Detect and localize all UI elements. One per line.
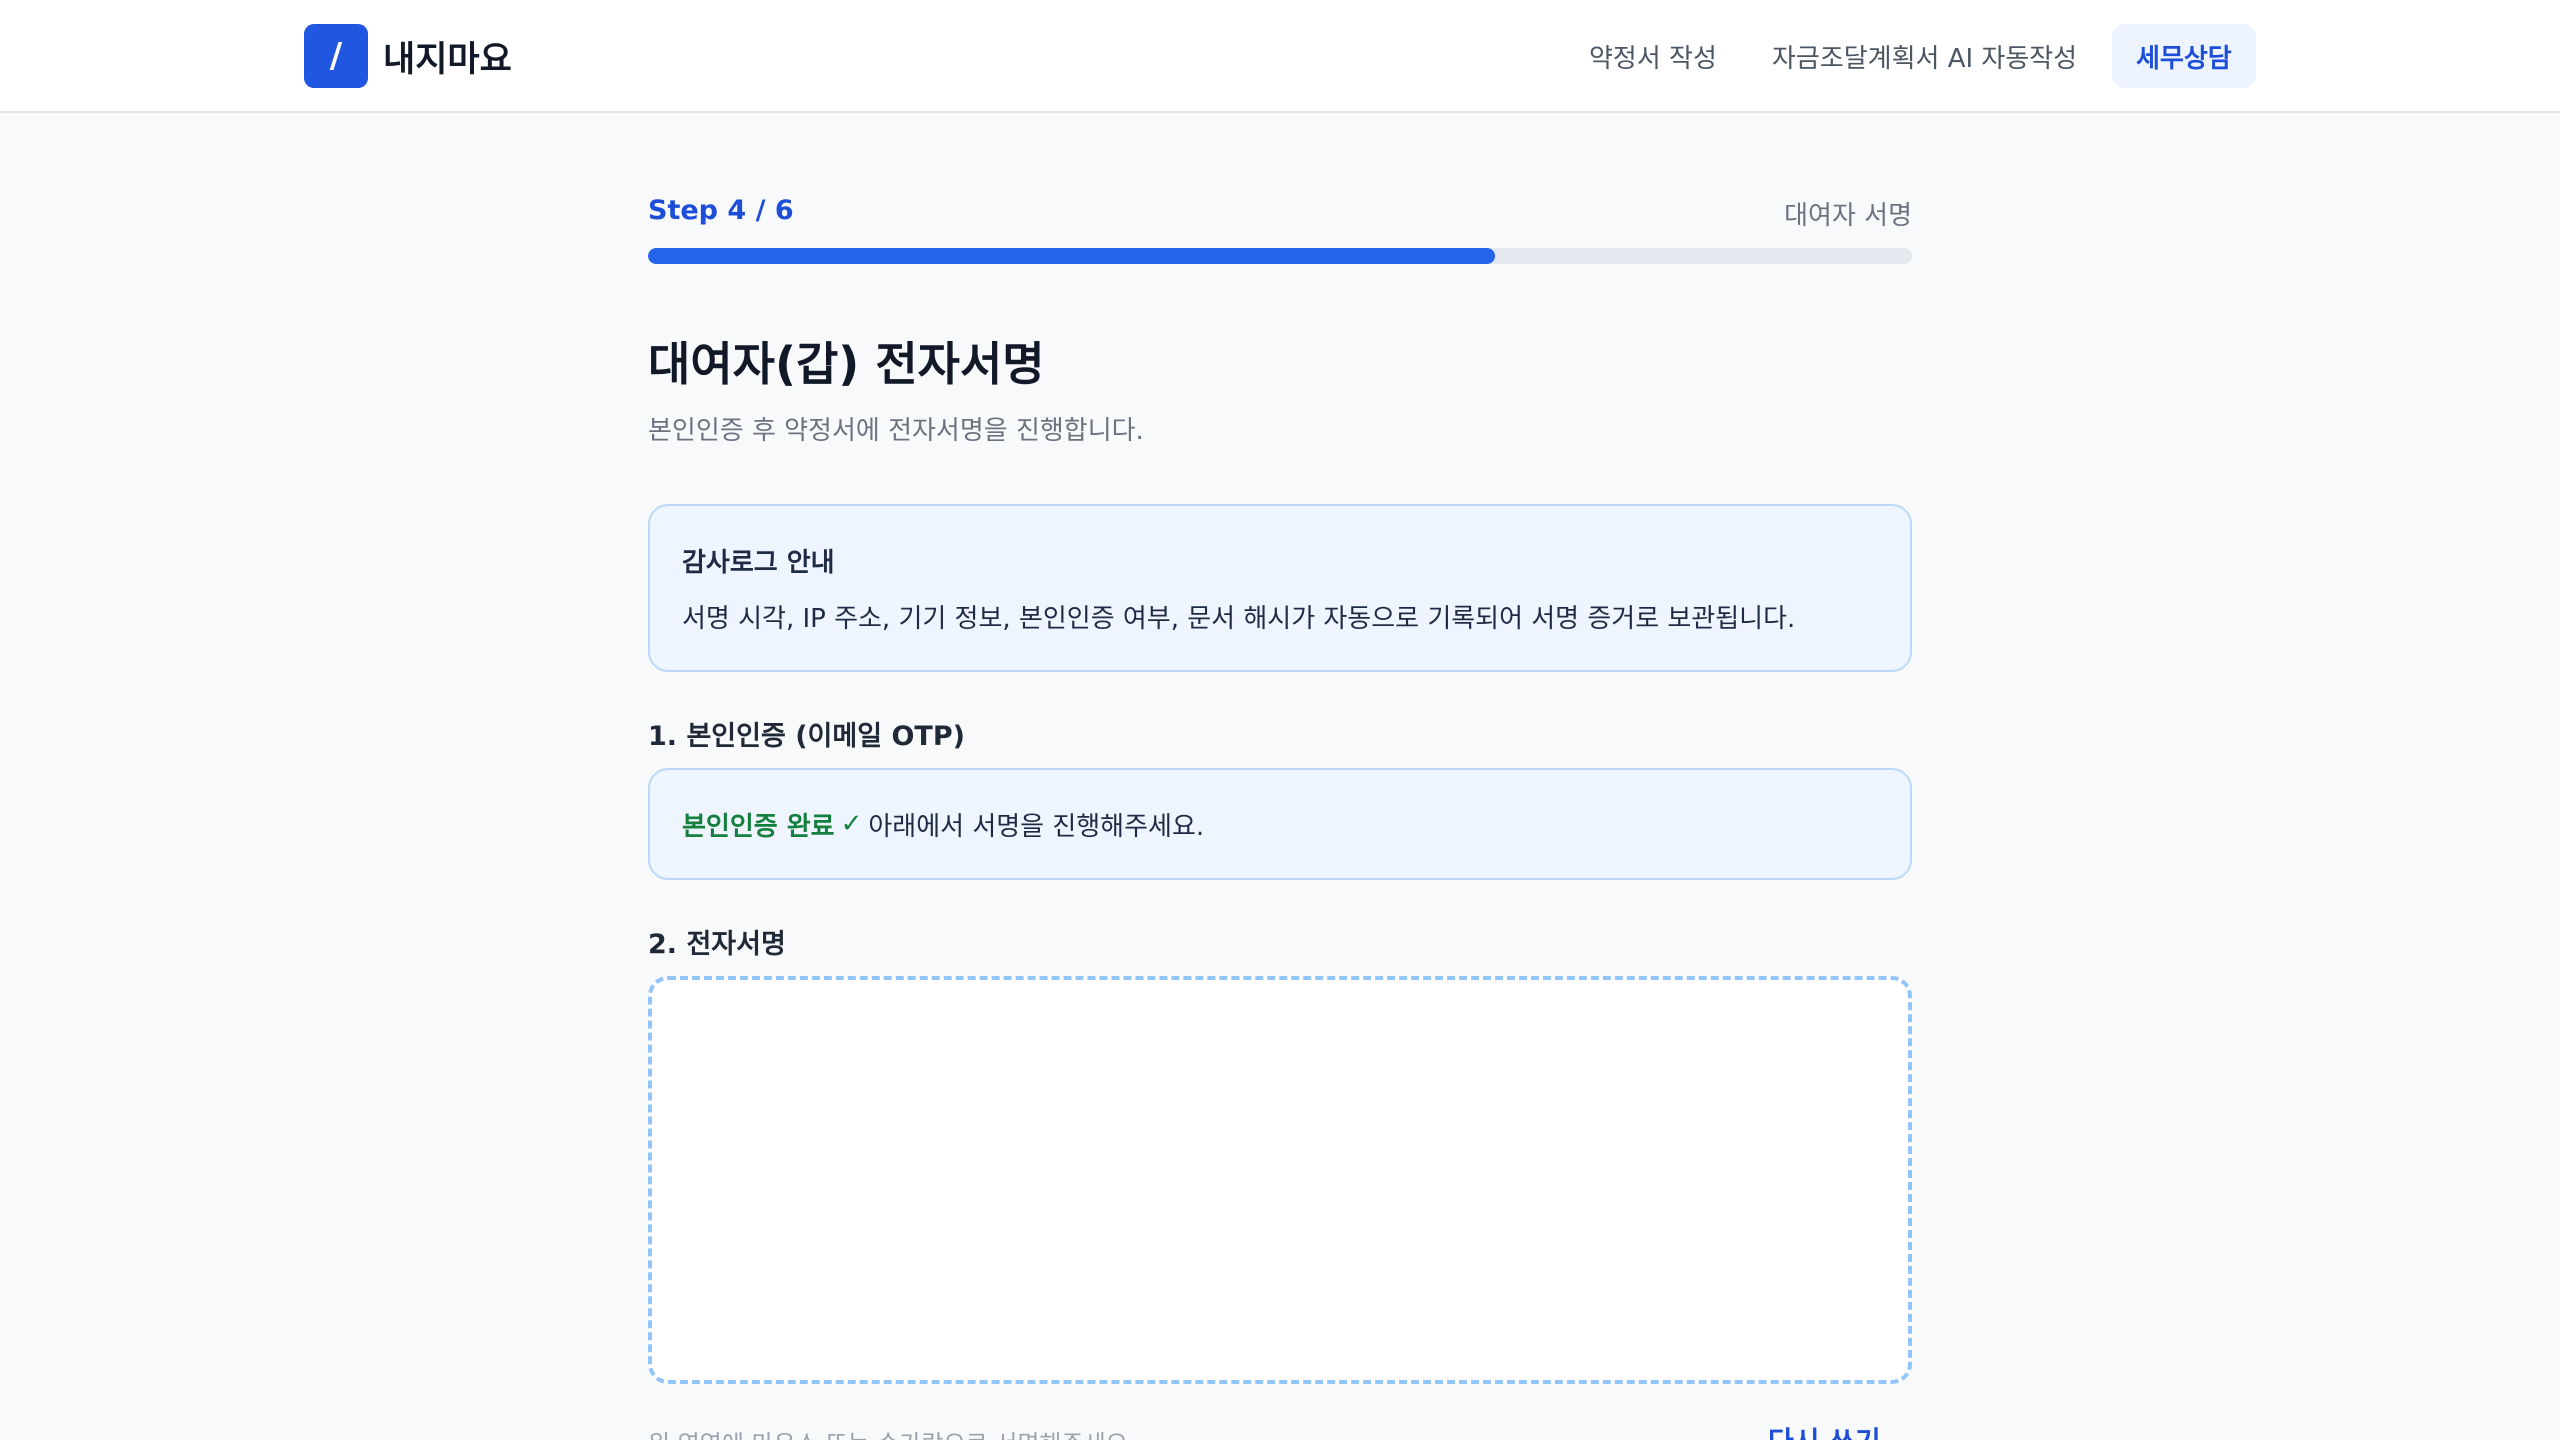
progress-bar — [648, 248, 1912, 264]
verification-status-box: 본인인증 완료 ✓ 아래에서 서명을 진행해주세요. — [648, 768, 1912, 880]
step-name: 대여자 서명 — [1784, 201, 1912, 231]
nav-agreement-writing[interactable]: 약정서 작성 — [1565, 24, 1741, 88]
brand-name[interactable]: 내지마요 — [383, 31, 512, 82]
verification-message: 아래에서 서명을 진행해주세요. — [868, 811, 1205, 842]
step-indicator: Step 4 / 6 — [648, 195, 794, 226]
page-subtitle: 본인인증 후 약정서에 전자서명을 진행합니다. — [648, 416, 1144, 446]
audit-log-notice: 감사로그 안내 서명 시각, IP 주소, 기기 정보, 본인인증 여부, 문서… — [648, 504, 1912, 672]
page-title: 대여자(갑) 전자서명 — [648, 337, 1045, 391]
verification-done-label: 본인인증 완료 — [682, 811, 835, 842]
audit-log-body: 서명 시각, IP 주소, 기기 정보, 본인인증 여부, 문서 해시가 자동으… — [682, 604, 1796, 634]
check-icon: ✓ — [840, 809, 863, 839]
nav-tax-consulting[interactable]: 세무상담 — [2112, 24, 2256, 88]
audit-log-title: 감사로그 안내 — [682, 548, 835, 578]
top-navigation-bar: / 내지마요 약정서 작성 자금조달계획서 AI 자동작성 세무상담 — [0, 0, 2560, 113]
verification-section-label: 1. 본인인증 (이메일 OTP) — [648, 721, 965, 752]
signature-section-label: 2. 전자서명 — [648, 929, 786, 960]
signature-hint: 위 영역에 마우스 또는 손가락으로 서명해주세요. — [648, 1424, 1135, 1440]
redo-signature-button[interactable]: 다시 쓰기 — [1768, 1420, 1881, 1440]
nav-funding-plan-ai[interactable]: 자금조달계획서 AI 자동작성 — [1748, 24, 2101, 88]
progress-bar-fill — [648, 248, 1495, 264]
brand-logo-icon[interactable]: / — [304, 24, 368, 88]
signature-pad[interactable] — [648, 976, 1912, 1384]
